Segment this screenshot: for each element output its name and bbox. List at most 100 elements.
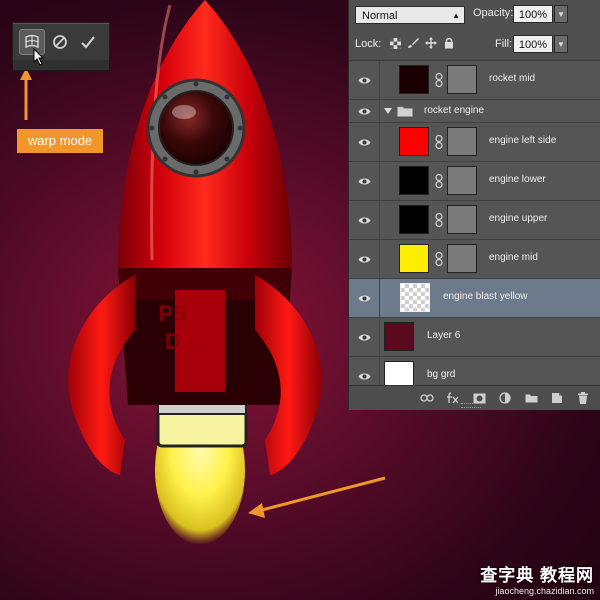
layer-group-row[interactable]: rocket engine xyxy=(349,100,600,123)
layer-name: rocket engine xyxy=(424,105,485,116)
visibility-toggle[interactable] xyxy=(357,370,371,382)
transform-options-bar xyxy=(12,22,110,71)
fx-icon xyxy=(447,392,459,404)
lock-transparent-pixels-button[interactable] xyxy=(389,36,401,50)
fill-label: Fill: xyxy=(495,38,513,50)
eye-icon xyxy=(358,108,370,114)
layer-row[interactable]: engine left side xyxy=(349,123,600,162)
layer-name: bg grd xyxy=(427,369,456,380)
layer-mask-thumbnail[interactable] xyxy=(447,127,477,156)
layer-thumbnail[interactable] xyxy=(399,244,429,273)
layer-mask-thumbnail[interactable] xyxy=(447,244,477,273)
lock-position-button[interactable] xyxy=(425,36,437,50)
layer-thumbnail[interactable] xyxy=(399,205,429,234)
divider xyxy=(379,100,380,122)
resize-grip[interactable] xyxy=(461,403,481,408)
watermark-url: jiaocheng.chazidian.com xyxy=(495,586,594,596)
eye-icon xyxy=(358,334,370,340)
warp-mode-label: warp mode xyxy=(17,129,103,153)
layer-row[interactable]: Layer 6 xyxy=(349,318,600,357)
divider xyxy=(379,279,380,317)
layer-name: engine mid xyxy=(489,252,538,263)
lock-image-pixels-button[interactable] xyxy=(407,36,419,50)
watermark-title: 查字典 教程网 xyxy=(480,566,594,585)
lock-all-button[interactable] xyxy=(443,36,455,50)
adjustment-layer-icon xyxy=(499,392,511,404)
layer-name: Layer 6 xyxy=(427,330,461,341)
chain-link-icon[interactable] xyxy=(435,174,443,188)
visibility-toggle[interactable] xyxy=(357,331,371,343)
chain-link-icon[interactable] xyxy=(435,135,443,149)
visibility-toggle[interactable] xyxy=(357,74,371,86)
eye-icon xyxy=(358,178,370,184)
visibility-toggle[interactable] xyxy=(357,105,371,117)
fin-text: PSD xyxy=(158,301,188,354)
add-mask-icon xyxy=(473,393,485,403)
divider xyxy=(379,123,380,161)
link-layers-button[interactable] xyxy=(420,391,434,405)
layer-row[interactable]: rocket mid xyxy=(349,61,600,100)
chain-link-icon[interactable] xyxy=(435,73,443,87)
fx-button[interactable] xyxy=(446,391,460,405)
visibility-toggle[interactable] xyxy=(357,214,371,226)
opacity-label: Opacity: xyxy=(473,7,514,19)
layer-thumbnail[interactable] xyxy=(399,166,429,195)
link-layers-icon xyxy=(420,394,434,402)
layer-row[interactable]: engine upper xyxy=(349,201,600,240)
divider xyxy=(379,201,380,239)
chain-link-icon[interactable] xyxy=(435,252,443,266)
chevron-down-icon: ▼ xyxy=(557,40,565,49)
layer-name: engine blast yellow xyxy=(443,291,528,302)
layer-row[interactable]: engine blast yellow xyxy=(349,279,600,318)
layer-row[interactable]: engine mid xyxy=(349,240,600,279)
chevron-down-icon: ▼ xyxy=(557,10,565,19)
cancel-transform-icon xyxy=(53,35,67,49)
layer-name: engine left side xyxy=(489,135,557,146)
layers-panel-options: Normal ▲ Opacity: 100% ▼ Lock: Fill: 100… xyxy=(349,0,600,61)
chevron-updown-icon: ▲ xyxy=(452,11,460,20)
layer-row[interactable]: engine lower xyxy=(349,162,600,201)
divider xyxy=(379,318,380,356)
layer-mask-thumbnail[interactable] xyxy=(447,166,477,195)
commit-transform-icon xyxy=(81,36,95,49)
lock-icon xyxy=(445,37,453,49)
visibility-toggle[interactable] xyxy=(357,292,371,304)
eye-icon xyxy=(358,139,370,145)
chain-link-icon[interactable] xyxy=(435,213,443,227)
layer-mask-thumbnail[interactable] xyxy=(447,205,477,234)
new-layer-icon xyxy=(552,393,562,403)
visibility-toggle[interactable] xyxy=(357,175,371,187)
opacity-slider-button[interactable]: ▼ xyxy=(554,5,568,23)
cancel-transform-button[interactable] xyxy=(47,29,73,55)
layer-mask-thumbnail[interactable] xyxy=(447,65,477,94)
disclosure-triangle-icon[interactable] xyxy=(384,108,392,114)
opacity-field[interactable]: 100% xyxy=(513,5,553,23)
visibility-toggle[interactable] xyxy=(357,253,371,265)
folder-icon xyxy=(397,106,413,117)
fill-slider-button[interactable]: ▼ xyxy=(554,35,568,53)
blend-mode-select[interactable]: Normal ▲ xyxy=(355,6,465,24)
checkerboard-icon xyxy=(389,37,401,49)
new-layer-button[interactable] xyxy=(550,391,564,405)
eye-icon xyxy=(358,373,370,379)
visibility-toggle[interactable] xyxy=(357,136,371,148)
layer-thumbnail[interactable] xyxy=(400,283,430,312)
layer-thumbnail[interactable] xyxy=(399,127,429,156)
delete-layer-icon xyxy=(578,392,588,404)
mouse-cursor-icon xyxy=(33,48,45,66)
commit-transform-button[interactable] xyxy=(75,29,101,55)
layer-name: engine upper xyxy=(489,213,548,224)
layer-name: engine lower xyxy=(489,174,546,185)
move-arrows-icon xyxy=(425,37,437,49)
divider xyxy=(379,162,380,200)
delete-layer-button[interactable] xyxy=(576,391,590,405)
fill-field[interactable]: 100% xyxy=(513,35,553,53)
layers-panel: Normal ▲ Opacity: 100% ▼ Lock: Fill: 100… xyxy=(348,0,600,410)
lock-label: Lock: xyxy=(355,38,382,50)
layer-thumbnail[interactable] xyxy=(399,65,429,94)
eye-icon xyxy=(358,77,370,83)
adjustment-layer-button[interactable] xyxy=(498,391,512,405)
new-group-button[interactable] xyxy=(524,391,538,405)
layer-thumbnail[interactable] xyxy=(384,322,414,351)
layers-panel-footer xyxy=(349,385,600,410)
